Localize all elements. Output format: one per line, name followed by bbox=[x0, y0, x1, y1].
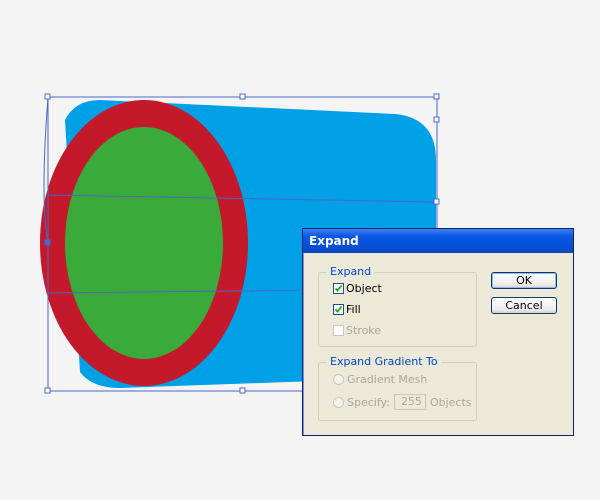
object-label: Object bbox=[346, 281, 382, 295]
fill-label: Fill bbox=[346, 302, 361, 316]
fill-checkbox[interactable] bbox=[333, 303, 344, 315]
fill-checkbox-row[interactable]: Fill bbox=[333, 302, 361, 316]
ok-button[interactable]: OK bbox=[491, 272, 557, 289]
gradient-mesh-radio-row: Gradient Mesh bbox=[333, 372, 427, 386]
gradient-mesh-label: Gradient Mesh bbox=[347, 372, 428, 386]
gradient-mesh-radio bbox=[333, 373, 344, 385]
expand-group-legend: Expand bbox=[327, 265, 375, 278]
expand-gradient-legend: Expand Gradient To bbox=[327, 355, 441, 368]
dialog-titlebar[interactable]: Expand bbox=[303, 229, 573, 253]
specify-objects-input: 255 bbox=[393, 394, 426, 410]
object-checkbox[interactable] bbox=[333, 282, 344, 294]
expand-dialog: Expand Expand Object Fill Stroke Expand … bbox=[302, 228, 574, 436]
specify-label: Specify: bbox=[347, 395, 390, 409]
cancel-button-label: Cancel bbox=[505, 299, 543, 312]
expand-gradient-group: Expand Gradient To bbox=[318, 355, 477, 421]
checkmark-icon bbox=[334, 284, 343, 292]
cancel-button[interactable]: Cancel bbox=[491, 297, 557, 314]
specify-radio bbox=[333, 396, 344, 408]
specify-radio-row: Specify: 255 Objects bbox=[333, 393, 472, 411]
stroke-checkbox-row: Stroke bbox=[333, 323, 381, 337]
objects-label: Objects bbox=[429, 395, 472, 409]
stroke-checkbox bbox=[333, 324, 344, 336]
checkmark-icon bbox=[334, 305, 343, 313]
object-checkbox-row[interactable]: Object bbox=[333, 281, 382, 295]
green-inner-ellipse[interactable] bbox=[65, 127, 223, 359]
stroke-label: Stroke bbox=[346, 323, 382, 337]
dialog-title: Expand bbox=[309, 234, 359, 248]
ok-button-label: OK bbox=[516, 274, 532, 287]
